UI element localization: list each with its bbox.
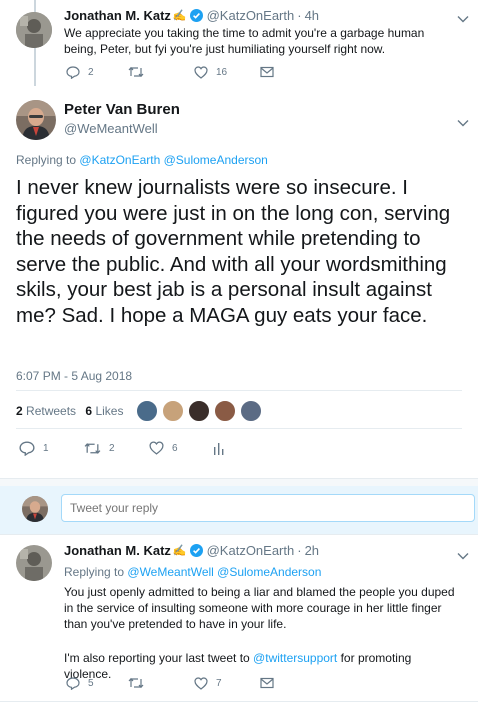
divider (16, 428, 462, 429)
verified-badge-icon (189, 9, 203, 22)
liker-avatar[interactable] (214, 400, 236, 422)
replying-to-handles[interactable]: @KatzOnEarth @SulomeAnderson (79, 153, 267, 167)
tweet-text: We appreciate you taking the time to adm… (64, 26, 425, 56)
retweet-button[interactable] (128, 677, 144, 689)
separator-dot: · (297, 543, 302, 558)
author-handle-main[interactable]: @WeMeantWell (64, 121, 158, 136)
reply-count: 2 (88, 67, 94, 78)
heart-icon (194, 66, 208, 79)
heart-icon (149, 441, 164, 455)
reply-count: 1 (43, 443, 49, 454)
retweet-count: 2 (109, 443, 115, 454)
tweet-timestamp[interactable]: 6:07 PM - 5 Aug 2018 (16, 369, 132, 383)
like-count: 7 (216, 678, 222, 689)
tweet-header: Jonathan M. Katz ✍ @KatzOnEarth · 4h (64, 8, 319, 23)
avatar-image (16, 545, 52, 581)
retweet-icon (84, 443, 101, 454)
envelope-icon (260, 66, 274, 78)
chevron-down-icon[interactable] (457, 10, 469, 28)
retweet-button[interactable]: 2 (84, 442, 115, 455)
heart-icon (194, 677, 208, 690)
divider (0, 701, 478, 702)
direct-message-button[interactable] (260, 677, 274, 689)
avatar-image (22, 496, 48, 522)
retweet-button[interactable] (128, 66, 144, 78)
retweets-stat[interactable]: 2 Retweets (16, 404, 79, 418)
text-segment: I'm also reporting your last tweet to (64, 651, 254, 665)
reply-count: 5 (88, 678, 94, 689)
liker-avatar[interactable] (240, 400, 262, 422)
like-count: 6 (172, 442, 178, 454)
replying-to-line: Replying to @WeMeantWell @SulomeAnderson (64, 565, 321, 579)
reply-icon (66, 66, 80, 79)
tweet-time[interactable]: 2h (305, 543, 319, 558)
liker-avatar[interactable] (136, 400, 158, 422)
avatar[interactable] (16, 545, 52, 581)
likes-number: 6 (85, 404, 93, 418)
reply-button[interactable]: 1 (19, 441, 49, 456)
reply-icon (66, 677, 80, 690)
author-handle[interactable]: @KatzOnEarth (207, 8, 295, 23)
reply-composer (0, 486, 478, 534)
tweet-header: Jonathan M. Katz ✍ @KatzOnEarth · 2h (64, 543, 319, 558)
reply-input[interactable] (61, 494, 475, 522)
reply-icon (19, 441, 35, 456)
likes-stat[interactable]: 6 Likes (85, 404, 123, 418)
separator-dot: · (297, 8, 302, 23)
main-tweet-text: I never knew journalists were so insecur… (16, 176, 451, 327)
replying-to-label: Replying to (16, 153, 77, 167)
liker-avatar[interactable] (188, 400, 210, 422)
direct-message-button[interactable] (260, 66, 274, 78)
avatar[interactable] (16, 12, 52, 48)
reply-button[interactable]: 2 (66, 66, 94, 79)
engagement-stats: 2 Retweets 6 Likes (16, 404, 123, 418)
tweet-text: You just openly admitted to being a liar… (64, 585, 455, 631)
retweet-icon (128, 677, 144, 689)
verified-badge-icon (189, 544, 203, 557)
likes-label: Likes (95, 404, 124, 418)
chevron-down-icon[interactable] (457, 547, 469, 565)
retweets-number: 2 (16, 404, 23, 418)
writing-hand-emoji-icon: ✍ (172, 545, 187, 557)
avatar[interactable] (16, 100, 56, 140)
retweet-icon (128, 66, 144, 78)
divider (0, 534, 478, 535)
liker-avatars (136, 400, 262, 422)
my-avatar (22, 496, 48, 522)
like-button[interactable]: 7 (194, 677, 222, 690)
mention-link[interactable]: @twittersupport (253, 651, 337, 665)
author-name-main[interactable]: Peter Van Buren (64, 101, 180, 118)
author-name[interactable]: Jonathan M. Katz (64, 8, 171, 23)
chevron-down-icon[interactable] (457, 114, 469, 132)
retweets-label: Retweets (26, 404, 77, 418)
replying-to-handles[interactable]: @WeMeantWell @SulomeAnderson (127, 565, 321, 579)
like-count: 16 (216, 67, 228, 78)
replying-to-label: Replying to (64, 565, 125, 579)
reply-button[interactable]: 5 (66, 677, 94, 690)
replying-to-line: Replying to @KatzOnEarth @SulomeAnderson (16, 153, 268, 167)
like-button[interactable]: 6 (149, 441, 178, 455)
writing-hand-emoji-icon: ✍ (172, 10, 187, 22)
envelope-icon (260, 677, 274, 689)
author-handle[interactable]: @KatzOnEarth (207, 543, 295, 558)
liker-avatar[interactable] (162, 400, 184, 422)
divider (16, 390, 462, 391)
analytics-button[interactable] (213, 441, 225, 455)
author-name[interactable]: Jonathan M. Katz (64, 543, 171, 558)
bar-chart-icon (214, 443, 224, 455)
avatar-image (16, 12, 52, 48)
tweet-time[interactable]: 4h (305, 8, 319, 23)
avatar-image (16, 100, 56, 140)
like-button[interactable]: 16 (194, 66, 227, 79)
